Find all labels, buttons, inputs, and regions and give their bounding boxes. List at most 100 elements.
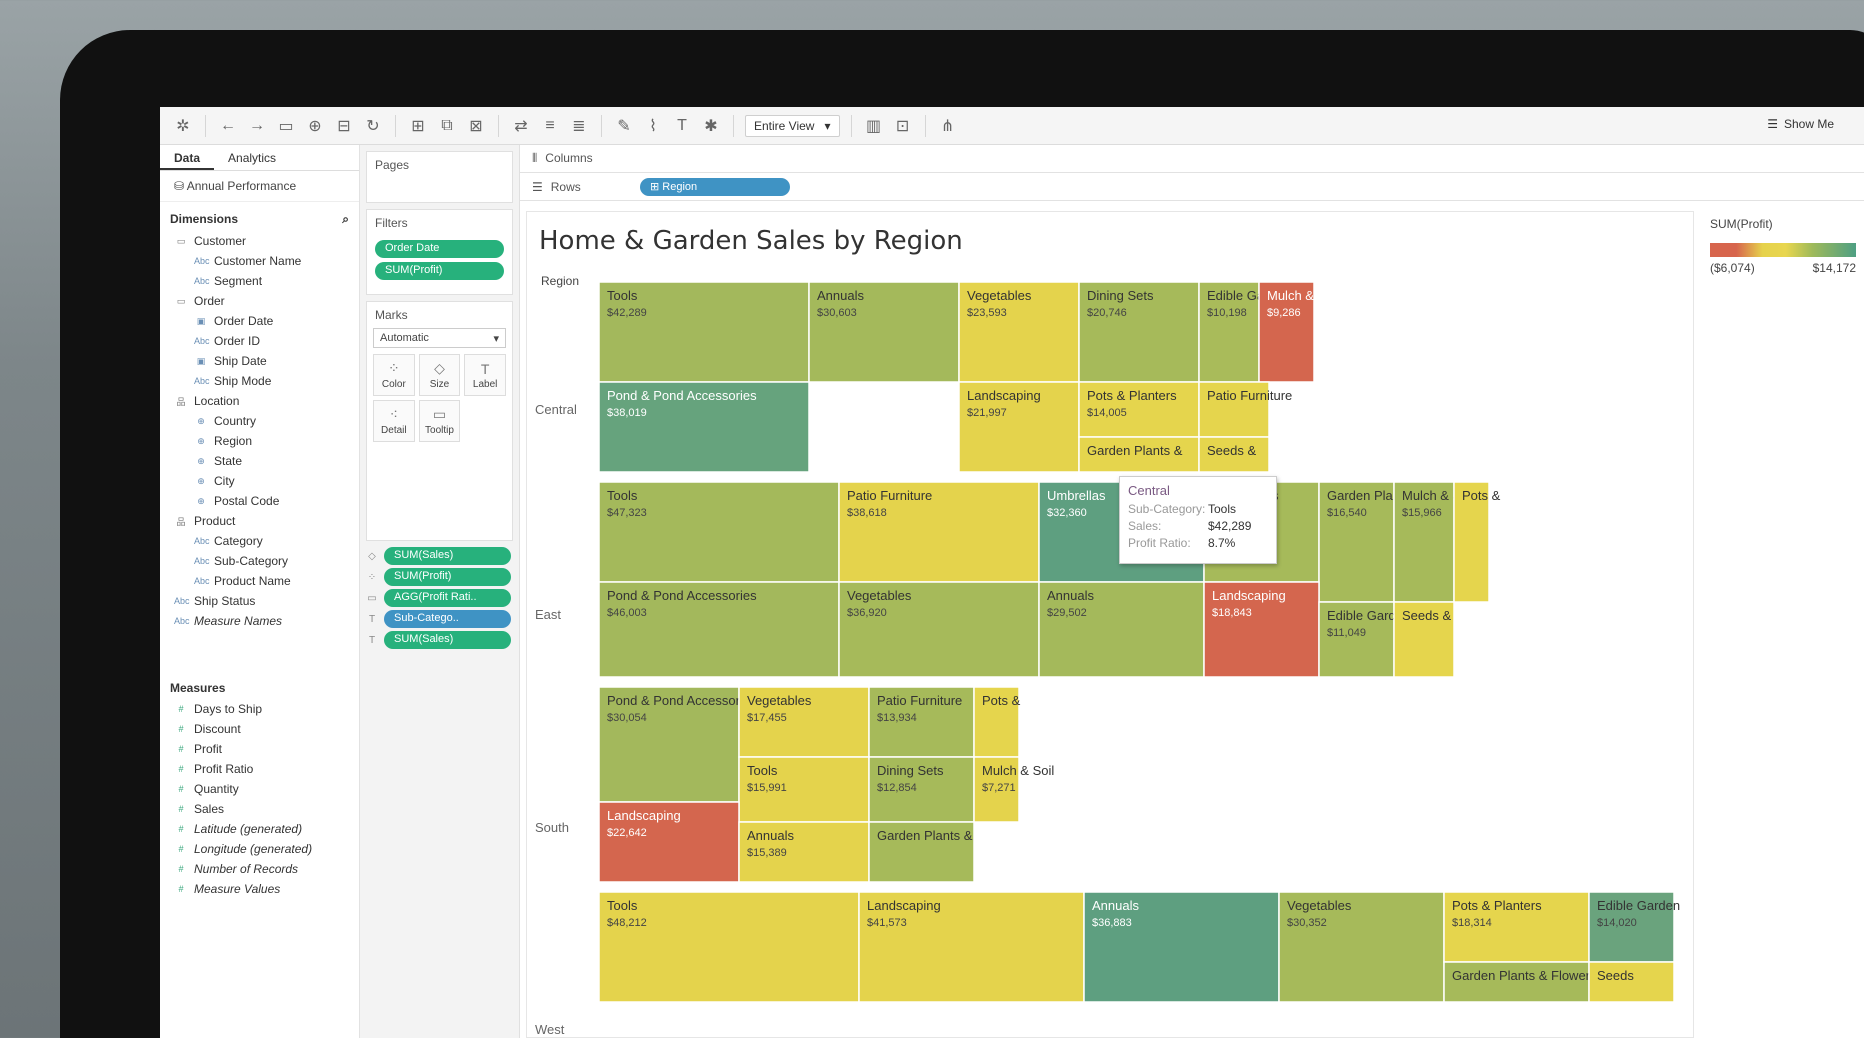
mark-pill[interactable]: SUM(Sales) [384, 631, 511, 649]
fit-icon[interactable]: ▥ [863, 115, 885, 137]
measure-field[interactable]: # Profit Ratio [160, 759, 359, 779]
dimension-field[interactable]: ▣ Ship Date [160, 351, 359, 371]
treemap-cell[interactable]: Edible Garden $14,020 [1588, 891, 1680, 963]
treemap-cell[interactable]: Seeds & [1198, 436, 1270, 473]
treemap-cell[interactable]: Garden Plants & Flowers [1443, 961, 1597, 1003]
treemap-cell[interactable]: Patio Furniture [1198, 381, 1292, 438]
treemap-cell[interactable]: Pots & [973, 686, 1021, 758]
dimension-field[interactable]: Abc Category [160, 531, 359, 551]
mark-pill[interactable]: SUM(Sales) [384, 547, 511, 565]
treemap-cell[interactable]: Patio Furniture $38,618 [838, 481, 1040, 583]
treemap-cell[interactable]: Landscaping $22,642 [599, 801, 740, 883]
dimension-field[interactable]: Abc Segment [160, 271, 359, 291]
measure-field[interactable]: # Longitude (generated) [160, 839, 359, 859]
treemap-cell[interactable]: Annuals $15,389 [738, 821, 870, 883]
highlight-icon[interactable]: ✎ [613, 115, 635, 137]
dimension-field[interactable]: ⊕ Country [160, 411, 359, 431]
treemap-cell[interactable]: Pots & [1453, 481, 1501, 603]
dimension-field[interactable]: ▣ Order Date [160, 311, 359, 331]
share-icon[interactable]: ⋔ [937, 115, 959, 137]
dimension-field[interactable]: Abc Customer Name [160, 251, 359, 271]
treemap-cell[interactable]: Vegetables $23,593 [958, 282, 1080, 383]
dimension-field[interactable]: Abc Measure Names [160, 611, 359, 631]
mark-pill[interactable]: SUM(Profit) [384, 568, 511, 586]
treemap-cell[interactable]: Landscaping $41,573 [858, 891, 1085, 1003]
treemap-cell[interactable]: Pond & Pond Accessories $30,054 [599, 686, 757, 803]
label-icon[interactable]: T [671, 115, 693, 137]
treemap-cell[interactable]: Seeds & [1393, 601, 1455, 678]
pages-shelf[interactable]: Pages [366, 151, 513, 203]
rows-pill-region[interactable]: ⊞ Region [640, 177, 790, 196]
filters-shelf[interactable]: Filters Order Date SUM(Profit) [366, 209, 513, 295]
pin-icon[interactable]: ✱ [700, 115, 722, 137]
treemap-cell[interactable]: Pond & Pond Accessories $46,003 [599, 581, 840, 678]
save-icon[interactable]: ▭ [275, 115, 297, 137]
clear-icon[interactable]: ⊠ [465, 115, 487, 137]
dimension-field[interactable]: Abc Ship Mode [160, 371, 359, 391]
filter-pill-order-date[interactable]: Order Date [375, 240, 504, 258]
fit-view-select[interactable]: Entire View ▾ [745, 114, 840, 137]
treemap-cell[interactable]: Pond & Pond Accessories $38,019 [599, 381, 810, 473]
measure-field[interactable]: # Days to Ship [160, 699, 359, 719]
duplicate-icon[interactable]: ⧉ [436, 115, 458, 137]
forward-icon[interactable]: → [246, 115, 268, 137]
columns-shelf[interactable]: ⦀ Columns [520, 145, 1864, 173]
measure-field[interactable]: # Quantity [160, 779, 359, 799]
color-button[interactable]: ⁘ Color [373, 354, 415, 396]
search-icon[interactable]: ⌕ [342, 212, 349, 227]
treemap-cell[interactable]: Vegetables $36,920 [838, 581, 1040, 678]
show-me-button[interactable]: ☰ Show Me [1767, 117, 1834, 131]
measure-field[interactable]: # Number of Records [160, 859, 359, 879]
treemap-cell[interactable]: Mulch & Soil $7,271 [973, 756, 1054, 823]
dimension-field[interactable]: Abc Product Name [160, 571, 359, 591]
treemap-cell[interactable]: Dining Sets $20,746 [1078, 282, 1200, 383]
pause-icon[interactable]: ⊟ [333, 115, 355, 137]
measure-field[interactable]: # Discount [160, 719, 359, 739]
refresh-icon[interactable]: ↻ [362, 115, 384, 137]
dimension-field[interactable]: ⊕ Postal Code [160, 491, 359, 511]
treemap-cell[interactable]: Annuals $30,603 [808, 282, 960, 383]
tab-data[interactable]: Data [160, 145, 215, 170]
label-button[interactable]: T Label [464, 354, 506, 396]
new-datasource-icon[interactable]: ⊕ [304, 115, 326, 137]
treemap-cell[interactable]: Dining Sets $12,854 [868, 756, 975, 823]
treemap-cell[interactable]: Mulch & Soil $9,286 [1258, 282, 1339, 383]
treemap-cell[interactable]: Landscaping $21,997 [958, 381, 1080, 473]
treemap-cell[interactable]: Landscaping $18,843 [1203, 581, 1320, 678]
rows-shelf[interactable]: ☰ Rows ⊞ Region [520, 173, 1864, 201]
treemap-cell[interactable]: Garden Plants & [1078, 436, 1200, 473]
presentation-icon[interactable]: ⊡ [892, 115, 914, 137]
treemap-cell[interactable]: Annuals $36,883 [1083, 891, 1280, 1003]
dimension-field[interactable]: Abc Ship Status [160, 591, 359, 611]
group-icon[interactable]: ⌇ [642, 115, 664, 137]
measure-field[interactable]: # Profit [160, 739, 359, 759]
treemap-cell[interactable]: Annuals $29,502 [1038, 581, 1205, 678]
dimension-field[interactable]: ▭ Customer [160, 231, 359, 251]
mark-pill[interactable]: Sub-Catego.. [384, 610, 511, 628]
sort-desc-icon[interactable]: ≣ [568, 115, 590, 137]
dimension-field[interactable]: ⊕ City [160, 471, 359, 491]
back-icon[interactable]: ← [217, 115, 239, 137]
treemap-cell[interactable]: Garden Plants & [868, 821, 975, 883]
treemap-cell[interactable]: Tools $47,323 [599, 481, 840, 583]
treemap-cell[interactable]: Patio Furniture $13,934 [868, 686, 975, 758]
treemap-cell[interactable]: Tools $15,991 [738, 756, 870, 823]
dimension-field[interactable]: ⊕ Region [160, 431, 359, 451]
filter-pill-sum-profit[interactable]: SUM(Profit) [375, 262, 504, 280]
datasource-name[interactable]: ⛁ Annual Performance [160, 171, 359, 202]
treemap-cell[interactable]: Pots & Planters $18,314 [1443, 891, 1590, 963]
treemap-cell[interactable]: Pots & Planters $14,005 [1078, 381, 1200, 438]
measure-field[interactable]: # Measure Values [160, 879, 359, 899]
treemap-rect[interactable] [599, 891, 860, 1003]
dimension-field[interactable]: ⊕ State [160, 451, 359, 471]
color-legend[interactable]: SUM(Profit) ($6,074) $14,172 [1706, 211, 1864, 361]
dimension-field[interactable]: 品 Location [160, 391, 359, 411]
swap-icon[interactable]: ⇄ [510, 115, 532, 137]
treemap-cell[interactable]: Vegetables $17,455 [738, 686, 870, 758]
size-button[interactable]: ◇ Size [418, 354, 461, 396]
treemap-cell[interactable]: Tools $42,289 [599, 282, 810, 383]
treemap-cell[interactable]: Vegetables $30,352 [1278, 891, 1445, 1003]
measure-field[interactable]: # Latitude (generated) [160, 819, 359, 839]
dimension-field[interactable]: Abc Order ID [160, 331, 359, 351]
mark-type-select[interactable]: Automatic ▾ [373, 328, 506, 348]
